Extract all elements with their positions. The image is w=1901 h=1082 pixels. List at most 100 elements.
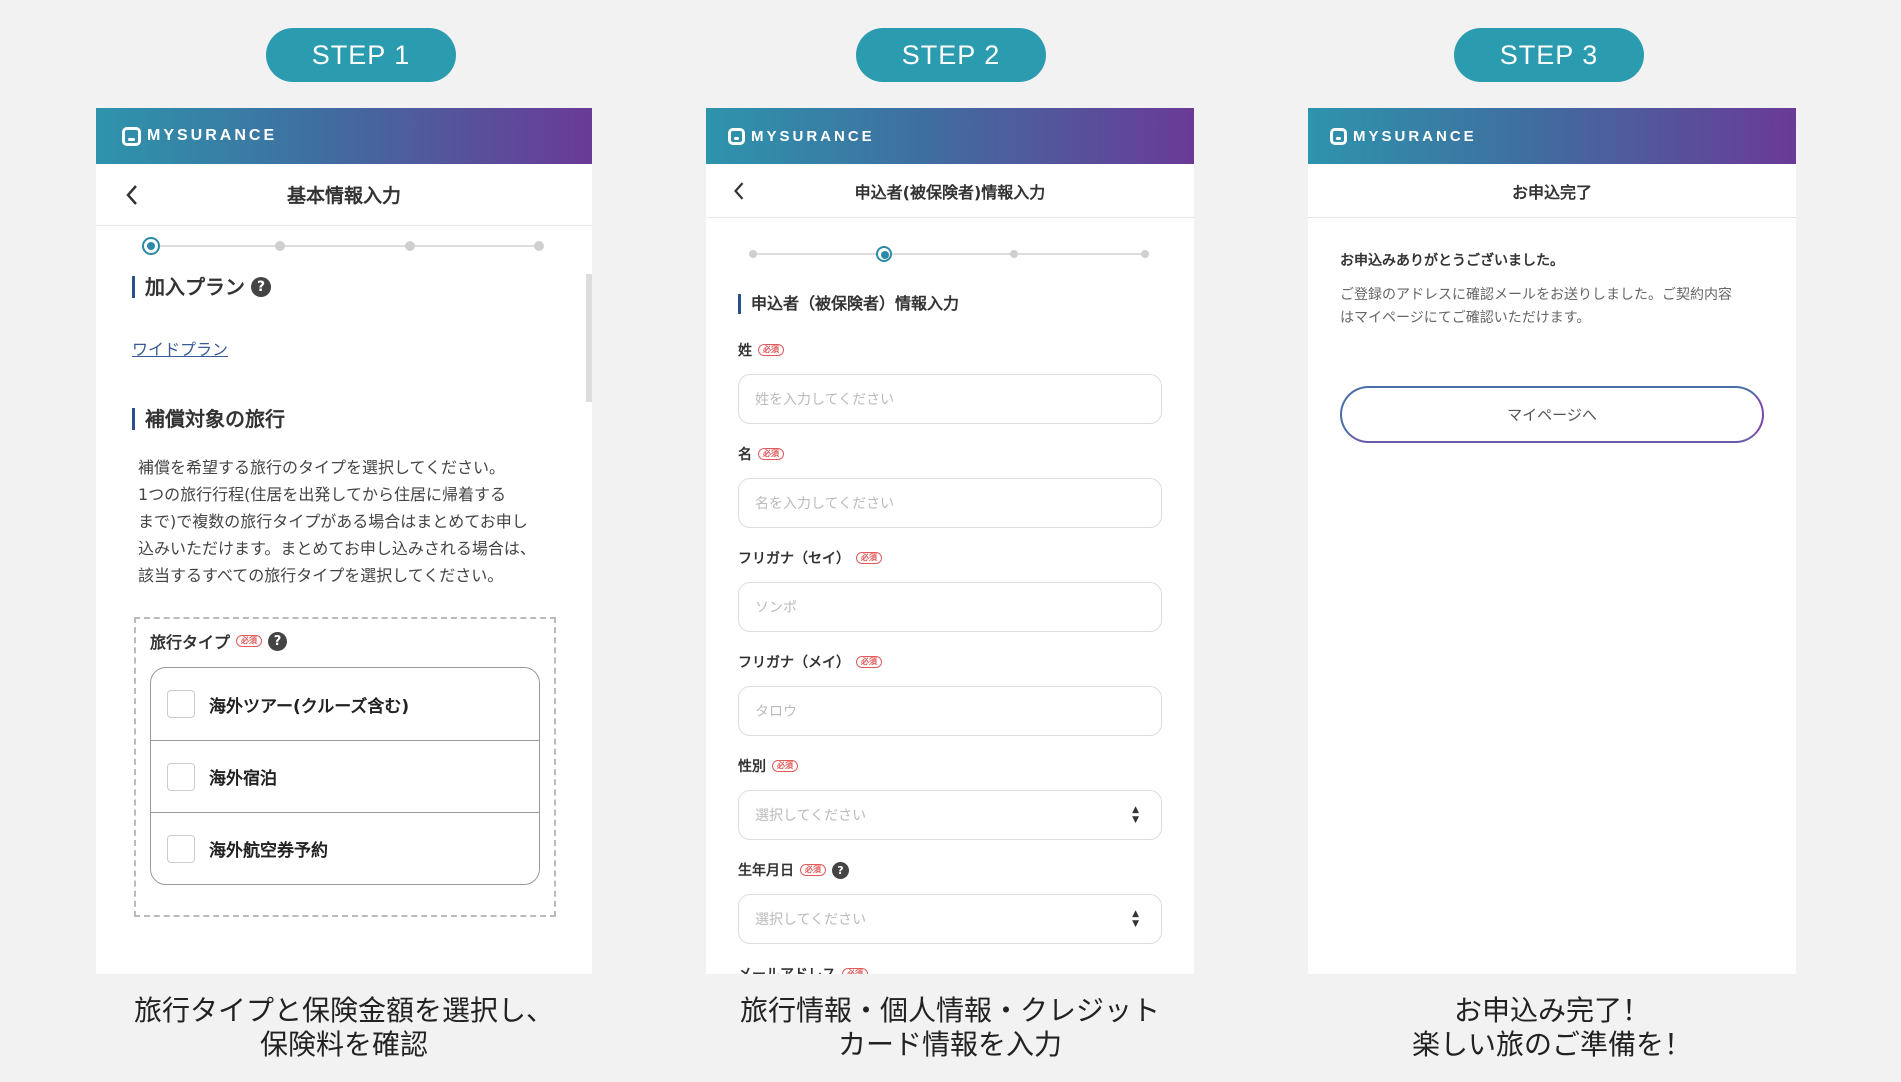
option-overseas-stay[interactable]: 海外宿泊 bbox=[151, 740, 539, 812]
stepper-step-3 bbox=[1010, 250, 1018, 258]
brand-logo[interactable]: MYSURANCE bbox=[122, 126, 278, 146]
field-email-partial: メールアドレス必須 bbox=[738, 964, 1162, 974]
field-kana-first: フリガナ（メイ） 必須 タロウ bbox=[738, 652, 1162, 736]
travel-description: 補償を希望する旅行のタイプを選択してください。 1つの旅行行程(住居を出発してか… bbox=[132, 454, 592, 589]
brand-name: MYSURANCE bbox=[147, 127, 278, 144]
field-label-text: メールアドレス bbox=[738, 964, 836, 974]
plan-heading: 加入プラン ? bbox=[132, 276, 592, 298]
travel-type-options: 海外ツアー(クルーズ含む) 海外宿泊 海外航空券予約 bbox=[150, 667, 540, 885]
desc-line: 該当するすべての旅行タイプを選択してください。 bbox=[138, 566, 504, 585]
logo-icon bbox=[122, 126, 141, 146]
caption-line: 楽しい旅のご準備を！ bbox=[1411, 1028, 1692, 1061]
required-badge: 必須 bbox=[856, 656, 882, 668]
step1-pill: STEP 1 bbox=[266, 28, 456, 82]
option-label: 海外宿泊 bbox=[209, 769, 277, 789]
option-overseas-flight[interactable]: 海外航空券予約 bbox=[151, 812, 539, 884]
help-icon[interactable]: ? bbox=[268, 631, 288, 651]
option-label: 海外ツアー(クルーズ含む) bbox=[209, 696, 410, 717]
back-arrow-icon[interactable] bbox=[124, 184, 140, 206]
caption-line: 旅行タイプと保険金額を選択し、 bbox=[133, 994, 554, 1027]
kana-first-input[interactable]: タロウ bbox=[738, 686, 1162, 736]
first-name-input[interactable]: 名を入力してください bbox=[738, 478, 1162, 528]
caption-line: お申込み完了！ bbox=[1453, 994, 1650, 1027]
step2-caption: 旅行情報・個人情報・クレジット カード情報を入力 bbox=[706, 994, 1194, 1062]
checkbox[interactable] bbox=[167, 690, 195, 718]
target-travel-heading: 補償対象の旅行 bbox=[132, 408, 592, 430]
plan-heading-text: 加入プラン bbox=[145, 275, 245, 299]
field-label-text: 生年月日 bbox=[738, 863, 794, 879]
brand-name: MYSURANCE bbox=[1353, 127, 1477, 145]
logo-icon bbox=[1330, 127, 1347, 145]
back-arrow-icon[interactable] bbox=[732, 181, 746, 201]
gender-select[interactable]: 選択してください ▲ ▼ bbox=[738, 790, 1162, 840]
step3-pill: STEP 3 bbox=[1454, 28, 1644, 82]
desc-line: 込みいただけます。まとめてお申し込みされる場合は、 bbox=[138, 539, 536, 558]
field-label: 姓必須 bbox=[738, 340, 1162, 360]
screen-basic-info: MYSURANCE 基本情報入力 加入プラン ? ワイドプラン 補償対象の旅行 … bbox=[96, 108, 592, 974]
title-bar: 申込者(被保険者)情報入力 bbox=[706, 164, 1194, 218]
mypage-button[interactable]: マイページへ bbox=[1340, 386, 1764, 443]
app-header: MYSURANCE bbox=[706, 108, 1194, 164]
select-placeholder: 選択してください bbox=[755, 912, 867, 928]
desc-line: 1つの旅行行程(住居を出発してから住居に帰着する bbox=[138, 485, 506, 504]
field-birthdate: 生年月日 必須? 選択してください ▲ ▼ bbox=[738, 860, 1162, 944]
field-kana-last: フリガナ（セイ） 必須 ソンポ bbox=[738, 548, 1162, 632]
screen-complete: MYSURANCE お申込完了 お申込みありがとうございました。 ご登録のアドレ… bbox=[1308, 108, 1796, 974]
required-badge: 必須 bbox=[758, 448, 784, 460]
page-title: 申込者(被保険者)情報入力 bbox=[854, 182, 1046, 202]
stepper-step-1 bbox=[142, 237, 160, 255]
app-header: MYSURANCE bbox=[1308, 108, 1796, 164]
stepper-step-3 bbox=[405, 241, 415, 251]
caption-line: カード情報を入力 bbox=[837, 1028, 1062, 1061]
step1-caption: 旅行タイプと保険金額を選択し、 保険料を確認 bbox=[96, 994, 592, 1062]
section-heading-text: 申込者（被保険者）情報入力 bbox=[751, 294, 960, 313]
progress-stepper bbox=[706, 234, 1194, 274]
option-overseas-tour[interactable]: 海外ツアー(クルーズ含む) bbox=[151, 668, 539, 740]
field-label-text: フリガナ（セイ） bbox=[738, 551, 850, 567]
stepper-step-4 bbox=[534, 241, 544, 251]
logo-icon bbox=[728, 127, 745, 145]
page-title: 基本情報入力 bbox=[286, 185, 401, 207]
plan-link[interactable]: ワイドプラン bbox=[132, 340, 228, 359]
stepper-step-2 bbox=[876, 246, 892, 262]
help-icon[interactable]: ? bbox=[251, 277, 271, 297]
required-badge: 必須 bbox=[772, 760, 798, 772]
brand-logo[interactable]: MYSURANCE bbox=[728, 127, 875, 145]
field-last-name: 姓必須 姓を入力してください bbox=[738, 340, 1162, 424]
info-line: はマイページにてご確認いただけます。 bbox=[1340, 310, 1591, 326]
field-label-text: 姓 bbox=[738, 343, 752, 359]
help-icon[interactable]: ? bbox=[832, 861, 849, 879]
step2-pill: STEP 2 bbox=[856, 28, 1046, 82]
info-line: ご登録のアドレスに確認メールをお送りしました。ご契約内容 bbox=[1340, 287, 1732, 303]
stepper-track bbox=[151, 245, 539, 247]
field-label-text: 性別 bbox=[738, 759, 766, 775]
stepper-track bbox=[753, 253, 1145, 255]
page-title: お申込完了 bbox=[1511, 182, 1592, 202]
thanks-message: お申込みありがとうございました。 bbox=[1340, 253, 1564, 269]
title-bar: お申込完了 bbox=[1308, 164, 1796, 218]
stepper-step-4 bbox=[1141, 250, 1149, 258]
title-bar: 基本情報入力 bbox=[96, 164, 592, 226]
field-label: 性別 必須 bbox=[738, 756, 1162, 776]
field-label: 名必須 bbox=[738, 444, 1162, 464]
field-label: フリガナ（メイ） 必須 bbox=[738, 652, 1162, 672]
field-label: フリガナ（セイ） 必須 bbox=[738, 548, 1162, 568]
select-arrows-icon: ▲ ▼ bbox=[1132, 805, 1139, 825]
scrollbar[interactable] bbox=[586, 274, 592, 402]
field-first-name: 名必須 名を入力してください bbox=[738, 444, 1162, 528]
applicant-section-heading: 申込者（被保険者）情報入力 bbox=[738, 294, 1162, 314]
select-arrows-icon: ▲ ▼ bbox=[1132, 909, 1139, 929]
screen-applicant-info: MYSURANCE 申込者(被保険者)情報入力 申込者（被保険者）情報入力 姓必… bbox=[706, 108, 1194, 974]
brand-logo[interactable]: MYSURANCE bbox=[1330, 127, 1477, 145]
step3-caption: お申込み完了！ 楽しい旅のご準備を！ bbox=[1308, 994, 1796, 1062]
birthdate-select[interactable]: 選択してください ▲ ▼ bbox=[738, 894, 1162, 944]
select-placeholder: 選択してください bbox=[755, 808, 867, 824]
required-badge: 必須 bbox=[236, 635, 263, 647]
travel-type-group: 旅行タイプ 必須 ? 海外ツアー(クルーズ含む) 海外宿泊 海外航空券予約 bbox=[134, 617, 556, 917]
kana-last-input[interactable]: ソンポ bbox=[738, 582, 1162, 632]
checkbox[interactable] bbox=[167, 762, 195, 791]
last-name-input[interactable]: 姓を入力してください bbox=[738, 374, 1162, 424]
required-badge: 必須 bbox=[842, 968, 868, 974]
field-label: メールアドレス必須 bbox=[738, 964, 1162, 974]
checkbox[interactable] bbox=[167, 834, 195, 863]
